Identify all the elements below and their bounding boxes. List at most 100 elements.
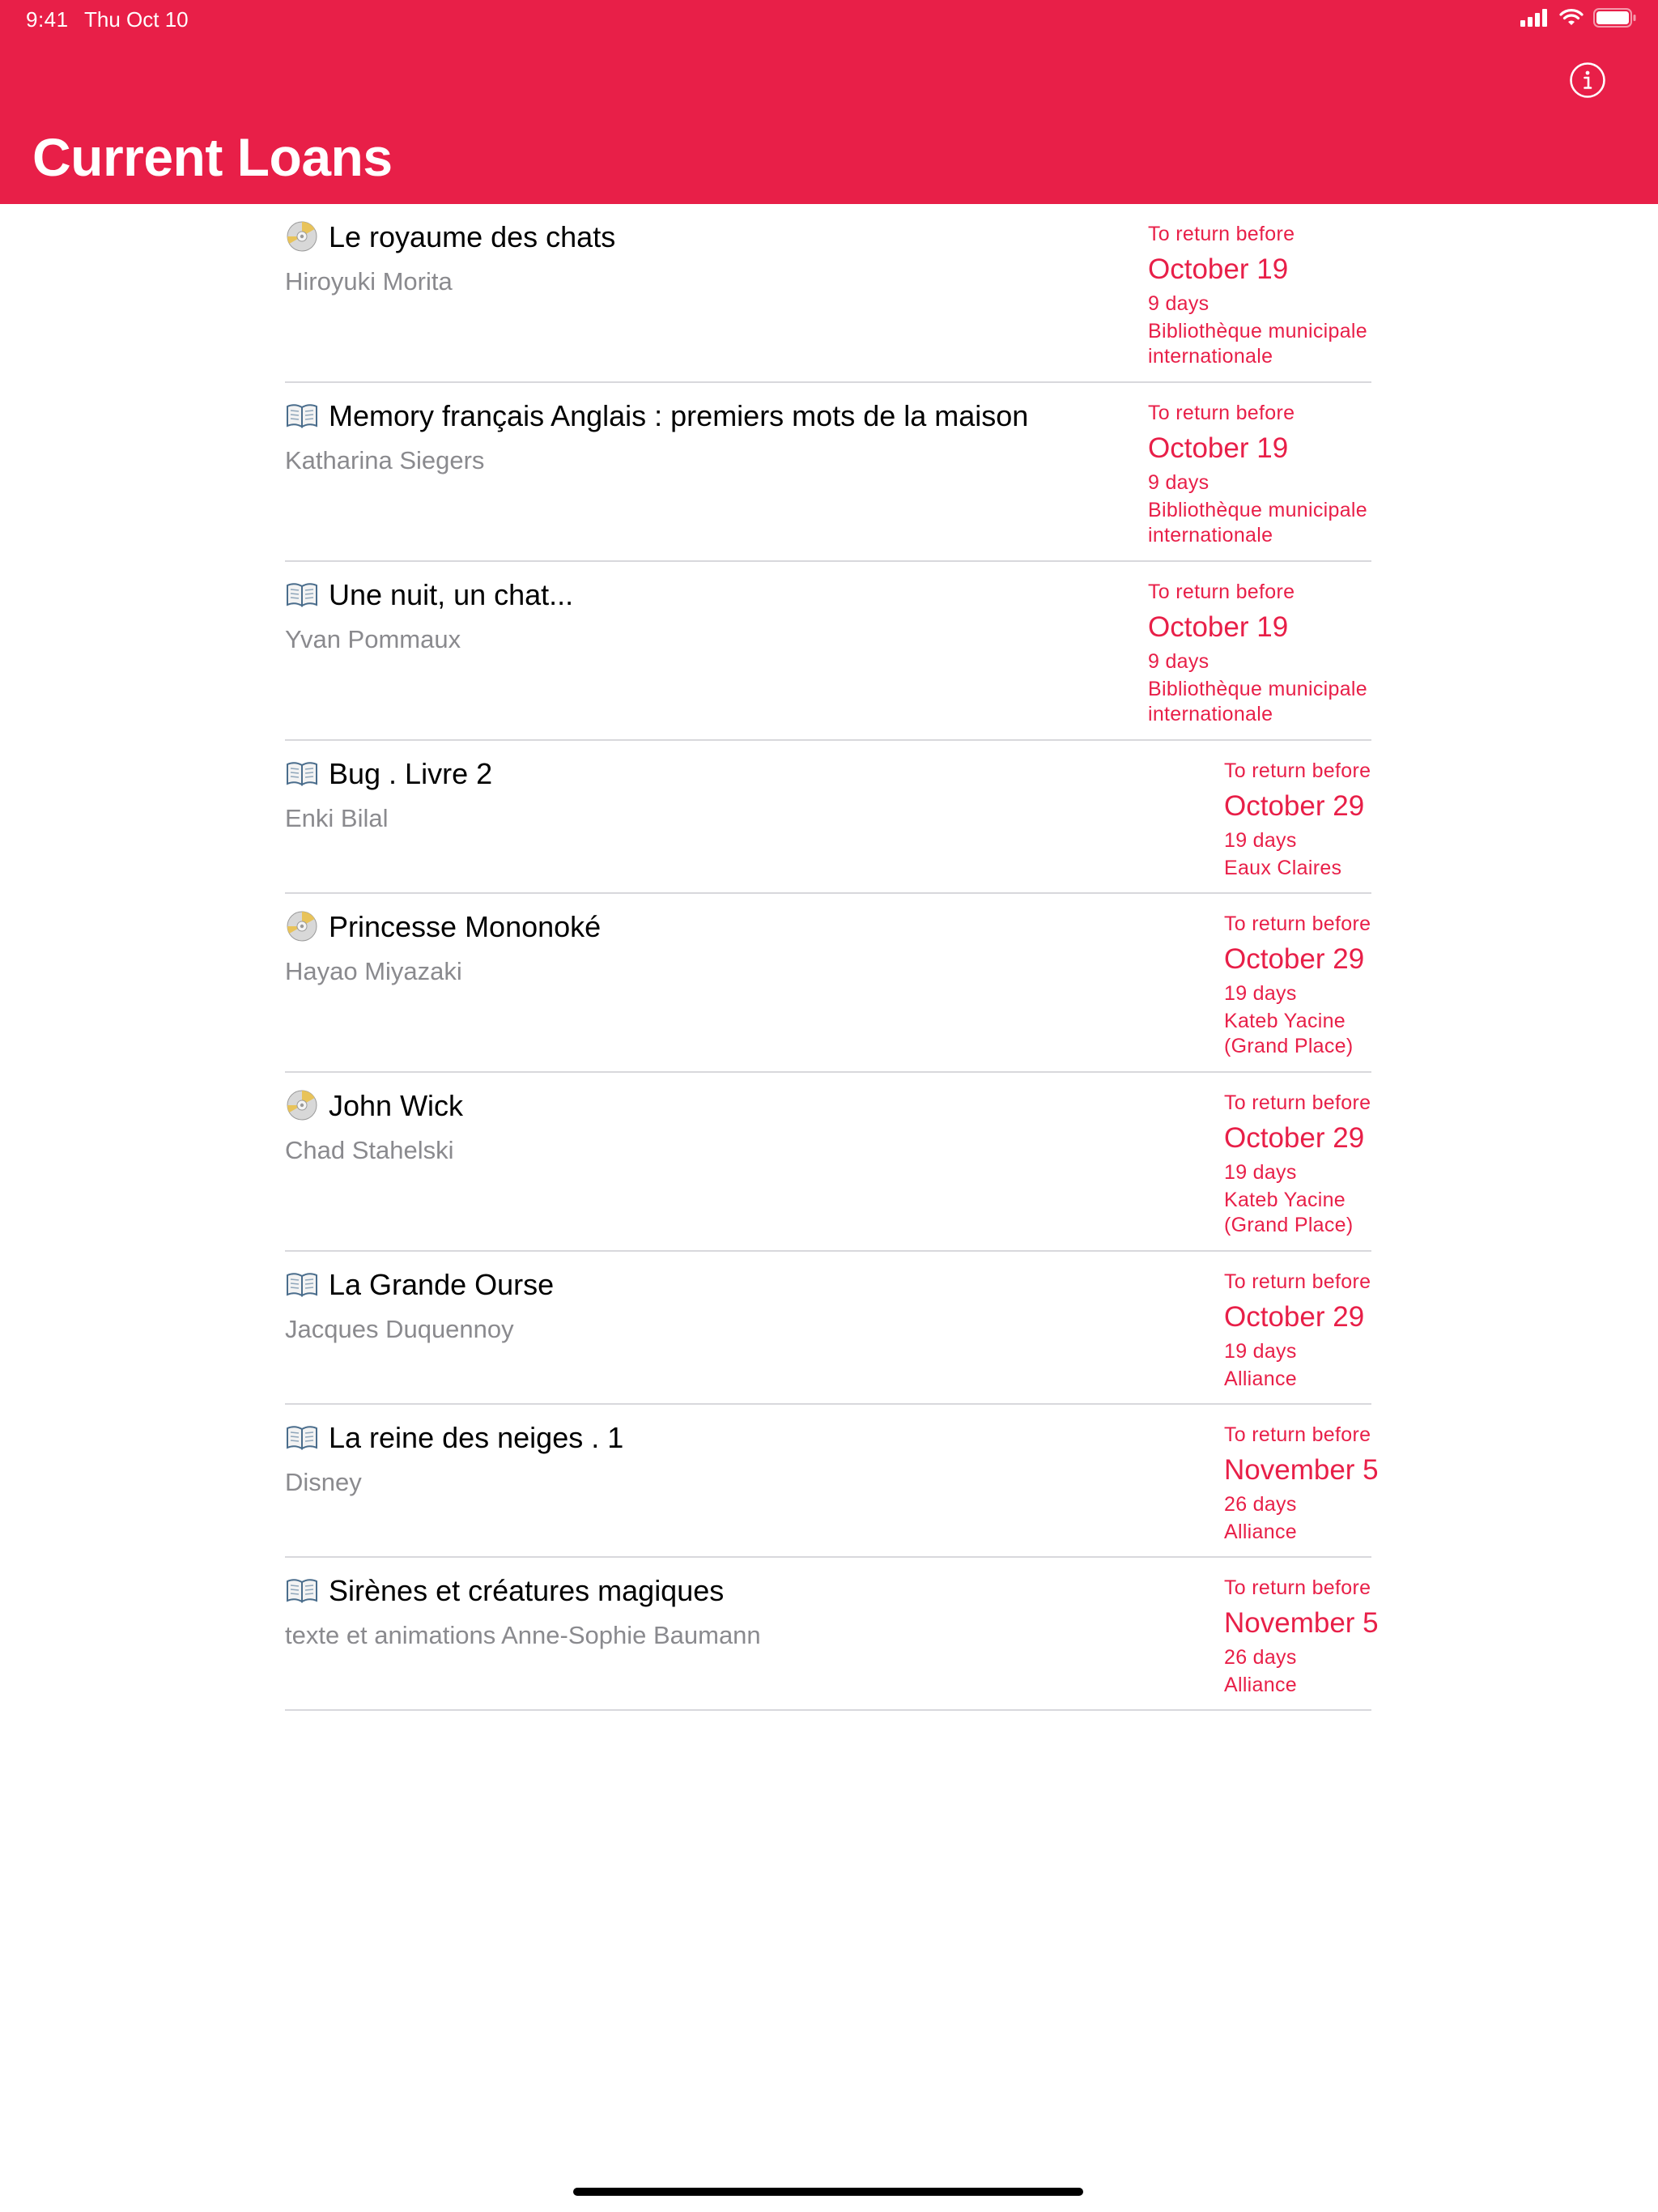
- due-date: October 29: [1224, 1301, 1365, 1333]
- library-name-line2: (Grand Place): [1224, 1035, 1354, 1057]
- loan-row[interactable]: Princesse Mononoké Hayao Miyazaki To ret…: [285, 894, 1371, 1073]
- loan-title: La Grande Ourse: [329, 1268, 555, 1301]
- loan-author: Katharina Siegers: [285, 446, 485, 474]
- book-icon: [285, 399, 319, 432]
- library-name-line1: Kateb Yacine: [1224, 1010, 1346, 1032]
- loan-row[interactable]: Une nuit, un chat... Yvan Pommaux To ret…: [285, 562, 1371, 741]
- book-icon: [285, 1268, 319, 1300]
- due-info: To return before October 19 9 days Bibli…: [1148, 222, 1391, 369]
- loan-title: Memory français Anglais : premiers mots …: [329, 399, 1029, 432]
- loan-title: Une nuit, un chat...: [329, 578, 574, 611]
- days-remaining: 19 days: [1224, 1161, 1297, 1184]
- library-name: Alliance: [1224, 1673, 1467, 1698]
- page-title: Current Loans: [32, 127, 393, 187]
- due-info: To return before November 5 26 days Alli…: [1224, 1576, 1467, 1698]
- days-remaining: 26 days: [1224, 1493, 1297, 1516]
- cellular-signal-icon: [1520, 9, 1547, 27]
- due-label: To return before: [1148, 581, 1295, 603]
- loan-author: Hiroyuki Morita: [285, 267, 453, 296]
- loan-row[interactable]: Le royaume des chats Hiroyuki Morita To …: [285, 204, 1371, 383]
- loan-author: Disney: [285, 1468, 362, 1496]
- library-name-line2: internationale: [1148, 345, 1273, 368]
- library-name-line1: Alliance: [1224, 1368, 1297, 1390]
- loan-title: La reine des neiges . 1: [329, 1421, 624, 1454]
- library-name: Alliance: [1224, 1520, 1467, 1545]
- due-info: To return before October 19 9 days Bibli…: [1148, 401, 1391, 548]
- loan-author: Jacques Duquennoy: [285, 1315, 514, 1343]
- days-remaining: 9 days: [1148, 471, 1209, 494]
- loans-list[interactable]: Le royaume des chats Hiroyuki Morita To …: [285, 204, 1379, 1711]
- library-name: Alliance: [1224, 1367, 1467, 1392]
- wifi-icon: [1559, 9, 1584, 25]
- due-info: To return before November 5 26 days Alli…: [1224, 1423, 1467, 1545]
- disc-icon: [285, 220, 319, 253]
- info-circle-icon: [1570, 62, 1605, 98]
- days-remaining: 9 days: [1148, 292, 1209, 315]
- disc-icon: [285, 910, 319, 942]
- due-label: To return before: [1224, 1423, 1371, 1446]
- library-name-line1: Bibliothèque municipale: [1148, 320, 1367, 342]
- due-info: To return before October 29 19 days Eaux…: [1224, 759, 1467, 881]
- due-label: To return before: [1224, 912, 1371, 935]
- status-time: 9:41: [26, 7, 69, 32]
- due-date: October 29: [1224, 943, 1365, 975]
- library-name: Bibliothèque municipale internationale: [1148, 498, 1391, 548]
- library-name-line1: Alliance: [1224, 1521, 1297, 1543]
- library-name: Bibliothèque municipale internationale: [1148, 677, 1391, 727]
- days-remaining: 9 days: [1148, 650, 1209, 673]
- book-icon: [285, 1421, 319, 1453]
- due-label: To return before: [1148, 402, 1295, 424]
- loan-title: Sirènes et créatures magiques: [329, 1574, 725, 1607]
- loan-title: Le royaume des chats: [329, 220, 616, 253]
- loan-row[interactable]: Sirènes et créatures magiques texte et a…: [285, 1558, 1379, 1711]
- due-info: To return before October 29 19 days Kate…: [1224, 912, 1467, 1059]
- disc-icon: [285, 1089, 319, 1121]
- days-remaining: 19 days: [1224, 829, 1297, 852]
- library-name-line1: Kateb Yacine: [1224, 1189, 1346, 1211]
- library-name: Kateb Yacine (Grand Place): [1224, 1009, 1467, 1059]
- loan-row[interactable]: La reine des neiges . 1 Disney To return…: [285, 1405, 1379, 1558]
- due-date: October 19: [1148, 432, 1289, 464]
- library-name: Bibliothèque municipale internationale: [1148, 319, 1391, 369]
- loan-author: texte et animations Anne-Sophie Baumann: [285, 1621, 761, 1649]
- library-name: Eaux Claires: [1224, 856, 1467, 881]
- due-info: To return before October 29 19 days Kate…: [1224, 1091, 1467, 1238]
- loan-row[interactable]: Memory français Anglais : premiers mots …: [285, 383, 1371, 562]
- due-date: October 19: [1148, 253, 1289, 285]
- library-name-line1: Eaux Claires: [1224, 857, 1342, 879]
- home-indicator[interactable]: [573, 2188, 1083, 2196]
- days-remaining: 19 days: [1224, 982, 1297, 1005]
- loan-title: Princesse Mononoké: [329, 910, 602, 943]
- due-date: October 29: [1224, 1122, 1365, 1154]
- loan-title: John Wick: [329, 1089, 464, 1122]
- book-icon: [285, 578, 319, 610]
- due-label: To return before: [1148, 223, 1295, 245]
- due-date: November 5: [1224, 1454, 1379, 1486]
- library-name-line1: Bibliothèque municipale: [1148, 499, 1367, 521]
- due-label: To return before: [1224, 1576, 1371, 1599]
- days-remaining: 19 days: [1224, 1340, 1297, 1363]
- book-icon: [285, 757, 319, 789]
- book-icon: [285, 1574, 319, 1606]
- library-name-line1: Alliance: [1224, 1674, 1297, 1696]
- status-indicators: [1520, 8, 1637, 28]
- loan-author: Yvan Pommaux: [285, 625, 461, 653]
- loan-row[interactable]: John Wick Chad Stahelski To return befor…: [285, 1073, 1371, 1252]
- status-date: Thu Oct 10: [84, 7, 189, 32]
- info-button[interactable]: [1569, 62, 1606, 99]
- loan-row[interactable]: Bug . Livre 2 Enki Bilal To return befor…: [285, 741, 1371, 894]
- due-date: November 5: [1224, 1607, 1379, 1639]
- due-info: To return before October 19 9 days Bibli…: [1148, 580, 1391, 727]
- due-info: To return before October 29 19 days Alli…: [1224, 1270, 1467, 1392]
- days-remaining: 26 days: [1224, 1646, 1297, 1669]
- library-name: Kateb Yacine (Grand Place): [1224, 1188, 1467, 1238]
- due-date: October 19: [1148, 611, 1289, 643]
- due-label: To return before: [1224, 759, 1371, 782]
- loan-author: Hayao Miyazaki: [285, 957, 462, 985]
- loan-author: Chad Stahelski: [285, 1136, 454, 1164]
- due-label: To return before: [1224, 1091, 1371, 1114]
- navigation-header: 9:41 Thu Oct 10 Current Loans: [0, 0, 1658, 204]
- due-label: To return before: [1224, 1270, 1371, 1293]
- loan-row[interactable]: La Grande Ourse Jacques Duquennoy To ret…: [285, 1252, 1371, 1405]
- library-name-line2: (Grand Place): [1224, 1214, 1354, 1236]
